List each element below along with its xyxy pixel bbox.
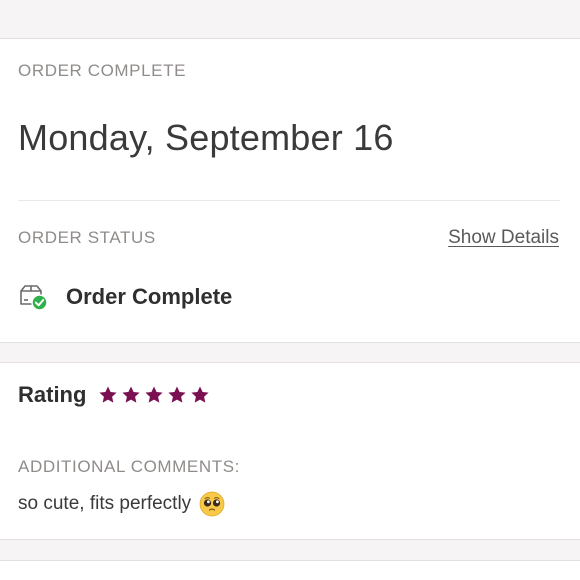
comment-row: so cute, fits perfectly [18,491,225,517]
section-gap [0,343,580,362]
order-status-text: Order Complete [66,284,233,309]
rating-row: Rating [18,382,210,408]
order-status-label: ORDER STATUS [18,228,156,247]
additional-comments-label: ADDITIONAL COMMENTS: [18,457,240,476]
star-icon [98,385,118,405]
comment-text: so cute, fits perfectly [18,493,192,514]
star-icon [121,385,141,405]
star-icon [144,385,164,405]
star-rating [98,385,210,405]
show-details-link[interactable]: Show Details [448,227,559,249]
divider [18,200,560,201]
star-icon [190,385,210,405]
package-check-icon [20,285,48,311]
rating-card: Rating ADDITIONAL COMMENTS: so cute, fit… [0,362,580,540]
next-card [0,560,580,580]
rating-label: Rating [18,382,87,407]
order-status-row: Order Complete [18,283,232,311]
top-spacer [0,0,580,38]
pleading-face-emoji-icon [199,491,225,517]
order-card: ORDER COMPLETE Monday, September 16 ORDE… [0,38,580,343]
section-gap-bottom [0,540,580,560]
order-complete-label: ORDER COMPLETE [18,61,187,80]
order-details-page: ORDER COMPLETE Monday, September 16 ORDE… [0,0,580,580]
order-date-title: Monday, September 16 [18,117,394,158]
star-icon [167,385,187,405]
